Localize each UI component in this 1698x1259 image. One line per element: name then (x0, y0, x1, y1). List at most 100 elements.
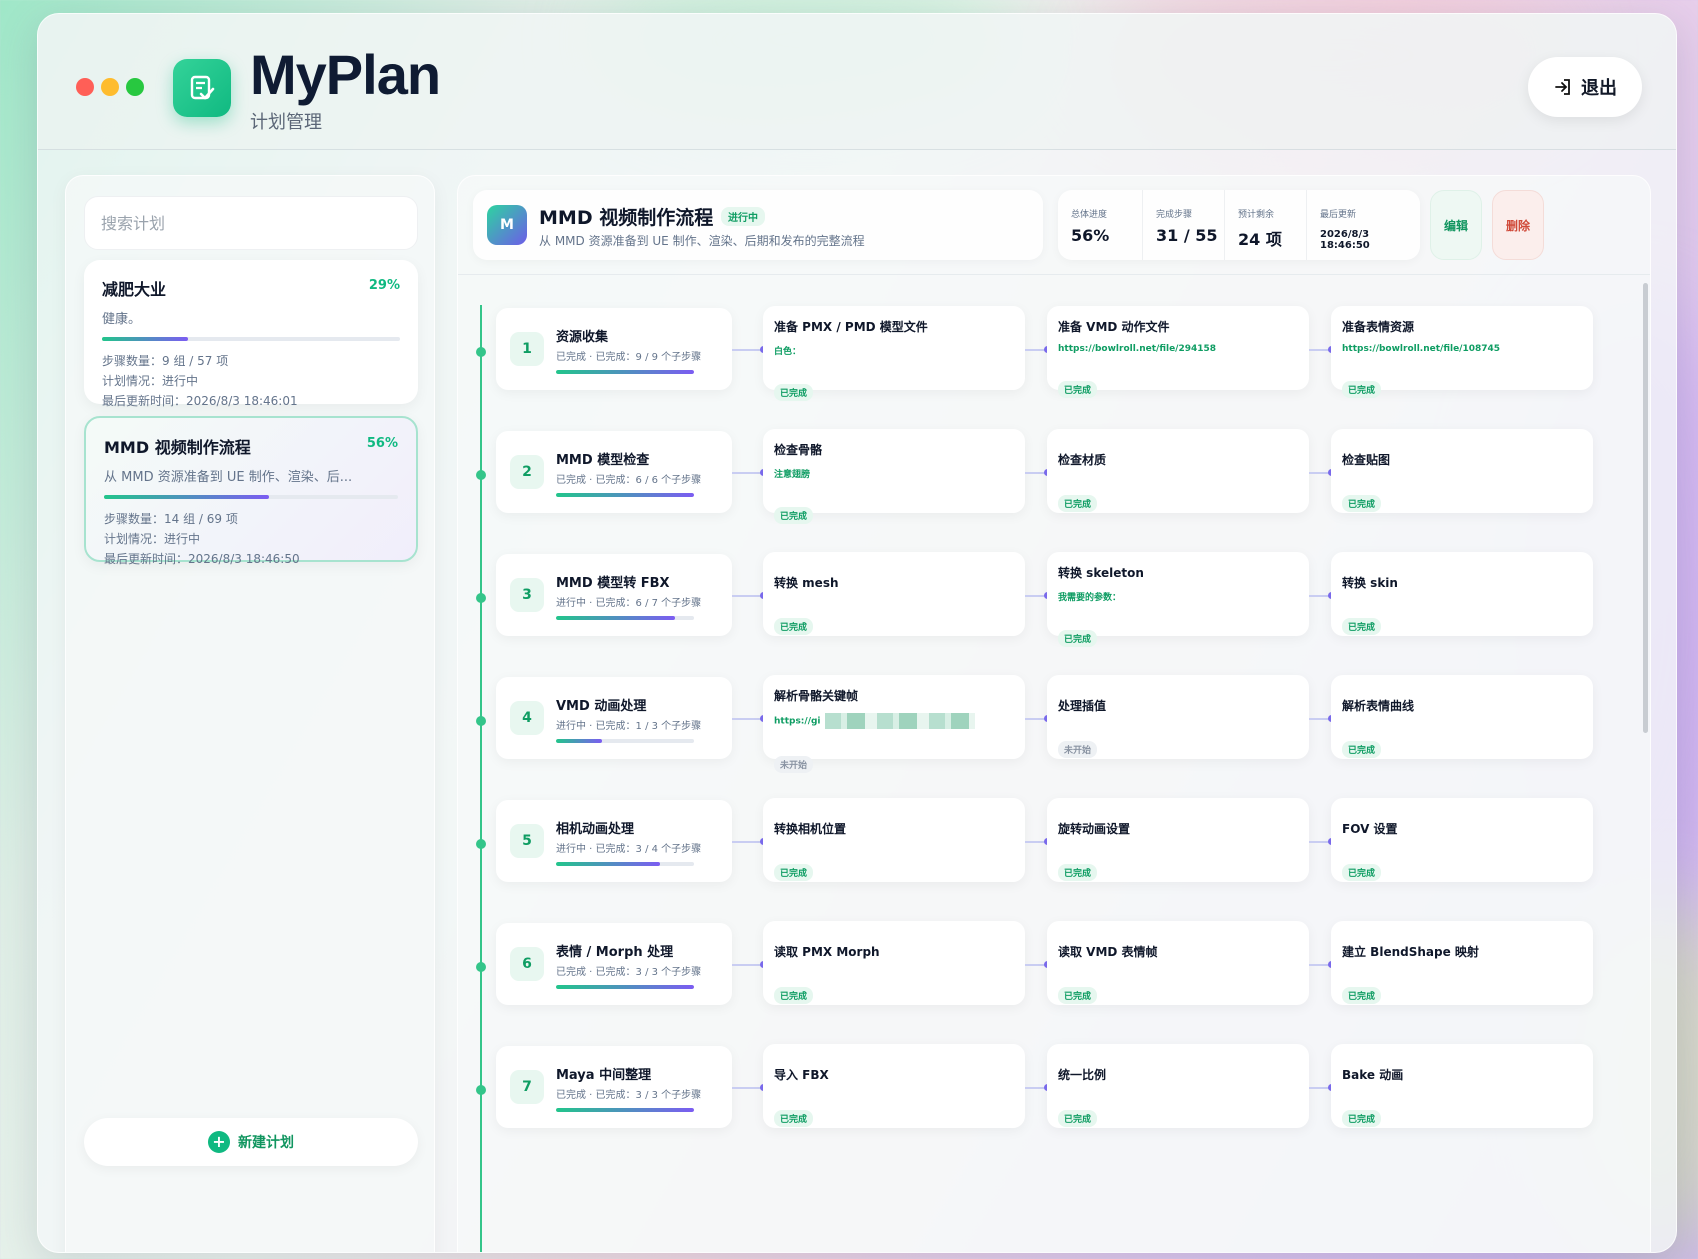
minimize-window-dot[interactable] (101, 78, 119, 96)
step-card[interactable]: 2 MMD 模型检查 已完成 · 已完成：6 / 6 个子步骤 (496, 431, 732, 513)
step-number: 7 (510, 1070, 544, 1104)
substep-card[interactable]: 转换相机位置 已完成 (763, 798, 1025, 882)
substep-card[interactable]: 转换 mesh 已完成 (763, 552, 1025, 636)
plan-card-status: 计划情况：进行中 (102, 374, 199, 388)
substep-card[interactable]: Bake 动画 已完成 (1331, 1044, 1593, 1128)
substep-card[interactable]: 建立 BlendShape 映射 已完成 (1331, 921, 1593, 1005)
substep-status-badge: 已完成 (1342, 1110, 1382, 1127)
substep-card[interactable]: FOV 设置 已完成 (1331, 798, 1593, 882)
plan-sidebar: 减肥大业 29% 健康。 步骤数量：9 组 / 57 项 计划情况：进行中 最后… (65, 175, 435, 1252)
substep-card[interactable]: 读取 VMD 表情帧 已完成 (1047, 921, 1309, 1005)
substep-card[interactable]: 转换 skin 已完成 (1331, 552, 1593, 636)
substep-title: 准备表情资源 (1342, 320, 1415, 334)
substep-status-badge: 已完成 (1342, 618, 1382, 635)
substep-card[interactable]: 准备 VMD 动作文件 https://bowlroll.net/file/294… (1047, 306, 1309, 398)
step-board: 1 资源收集 已完成 · 已完成：9 / 9 个子步骤 准备 PMX / PMD 模型… (458, 274, 1650, 1252)
edit-button[interactable]: 编辑 (1430, 190, 1482, 260)
step-card[interactable]: 7 Maya 中间整理 已完成 · 已完成：3 / 3 个子步骤 (496, 1046, 732, 1128)
stat-label: 完成步骤 (1156, 210, 1193, 220)
step-progress (556, 370, 694, 374)
search-input[interactable] (84, 196, 418, 250)
plan-card-desc: 健康。 (102, 312, 142, 327)
substep-title: 导入 FBX (774, 1068, 829, 1082)
substep-note-text: 我需要的参数： (1058, 593, 1122, 603)
stat-label: 最后更新 (1320, 210, 1357, 220)
step-title: 资源收集 (556, 330, 609, 345)
substep-title: 准备 PMX / PMD 模型文件 (774, 320, 928, 334)
step-card[interactable]: 4 VMD 动画处理 进行中 · 已完成：1 / 3 个子步骤 (496, 677, 732, 759)
plan-card-status: 计划情况：进行中 (104, 532, 201, 546)
plan-card-active[interactable]: MMD 视频制作流程 56% 从 MMD 资源准备到 UE 制作、渲染、后...… (84, 416, 418, 566)
step-card[interactable]: 6 表情 / Morph 处理 已完成 · 已完成：3 / 3 个子步骤 (496, 923, 732, 1005)
substep-status-badge: 已完成 (1342, 741, 1382, 758)
step-summary: 已完成 · 已完成：9 / 9 个子步骤 (556, 352, 702, 363)
step-summary: 进行中 · 已完成：1 / 3 个子步骤 (556, 721, 702, 732)
substep-status-badge: 已完成 (774, 507, 814, 524)
stat-progress: 总体进度 56% (1058, 190, 1142, 260)
substep-card[interactable]: 准备 PMX / PMD 模型文件 白色： 已完成 (763, 306, 1025, 401)
substep-status-badge: 已完成 (1342, 495, 1382, 512)
substep-note-text: https://bowlroll.net/file/108745 (1342, 344, 1501, 354)
substep-card[interactable]: 检查贴图 已完成 (1331, 429, 1593, 513)
stat-value: 2026/8/3 18:46:50 (1320, 229, 1370, 251)
plan-card-title: 减肥大业 (102, 280, 167, 299)
plan-description: 从 MMD 资源准备到 UE 制作、渲染、后期和发布的完整流程 (539, 234, 865, 248)
connector-line (732, 595, 763, 597)
substep-status-badge: 已完成 (1342, 864, 1382, 881)
maximize-window-dot[interactable] (126, 78, 144, 96)
substep-status-badge: 已完成 (774, 618, 814, 635)
connector-line (732, 718, 763, 720)
substep-card[interactable]: 统一比例 已完成 (1047, 1044, 1309, 1128)
step-number: 6 (510, 947, 544, 981)
substep-note-text: 注意翅膀 (774, 470, 811, 480)
substep-status-badge: 已完成 (774, 987, 814, 1004)
substep-title: 转换 skin (1342, 576, 1398, 590)
substep-note: 注意翅膀 (774, 467, 1014, 480)
substep-card[interactable]: 检查材质 已完成 (1047, 429, 1309, 513)
substep-note: 白色： (774, 344, 1014, 357)
substep-status-badge: 未开始 (1058, 741, 1098, 758)
substep-card[interactable]: 导入 FBX 已完成 (763, 1044, 1025, 1128)
substep-card[interactable]: 处理插值 未开始 (1047, 675, 1309, 759)
step-card[interactable]: 5 相机动画处理 进行中 · 已完成：3 / 4 个子步骤 (496, 800, 732, 882)
substep-card[interactable]: 检查骨骼 注意翅膀 已完成 (763, 429, 1025, 524)
close-window-dot[interactable] (76, 78, 94, 96)
plan-title: MMD 视频制作流程 (539, 207, 714, 229)
stat-value: 56% (1071, 226, 1110, 245)
substep-card[interactable]: 准备表情资源 https://bowlroll.net/file/108745 已完… (1331, 306, 1593, 398)
step-summary: 进行中 · 已完成：3 / 4 个子步骤 (556, 844, 702, 855)
substep-card[interactable]: 读取 PMX Morph 已完成 (763, 921, 1025, 1005)
plan-card-percent: 29% (368, 278, 400, 293)
substep-title: 解析骨骼关键帧 (774, 689, 859, 703)
step-summary: 已完成 · 已完成：3 / 3 个子步骤 (556, 967, 702, 978)
step-number: 3 (510, 578, 544, 612)
step-title: Maya 中间整理 (556, 1068, 652, 1083)
substep-card[interactable]: 解析骨骼关键帧 https://gi 未开始 (763, 675, 1025, 773)
substep-card[interactable]: 解析表情曲线 已完成 (1331, 675, 1593, 759)
plus-icon: + (208, 1131, 230, 1153)
connector-line (732, 472, 763, 474)
step-progress (556, 862, 694, 866)
logout-button[interactable]: 退出 (1528, 57, 1642, 117)
vertical-scrollbar[interactable] (1643, 283, 1648, 733)
plan-card-progress (104, 495, 398, 499)
substep-card[interactable]: 转换 skeleton 我需要的参数： 已完成 (1047, 552, 1309, 647)
connector-line (732, 349, 763, 351)
new-plan-button[interactable]: + 新建计划 (84, 1118, 418, 1166)
substep-title: 处理插值 (1058, 699, 1107, 713)
substep-title: 解析表情曲线 (1342, 699, 1415, 713)
substep-note: https://gi (774, 713, 1014, 729)
step-title: MMD 模型检查 (556, 453, 650, 468)
substep-title: 准备 VMD 动作文件 (1058, 320, 1170, 334)
substep-card[interactable]: 旋转动画设置 已完成 (1047, 798, 1309, 882)
step-card[interactable]: 1 资源收集 已完成 · 已完成：9 / 9 个子步骤 (496, 308, 732, 390)
step-number: 2 (510, 455, 544, 489)
delete-button[interactable]: 删除 (1492, 190, 1544, 260)
substep-note-text: 白色： (774, 347, 802, 357)
timeline-dot (476, 593, 486, 603)
step-card[interactable]: 3 MMD 模型转 FBX 进行中 · 已完成：6 / 7 个子步骤 (496, 554, 732, 636)
plan-card[interactable]: 减肥大业 29% 健康。 步骤数量：9 组 / 57 项 计划情况：进行中 最后… (84, 260, 418, 408)
step-progress (556, 739, 694, 743)
substep-status-badge: 已完成 (774, 864, 814, 881)
substep-status-badge: 已完成 (1058, 864, 1098, 881)
